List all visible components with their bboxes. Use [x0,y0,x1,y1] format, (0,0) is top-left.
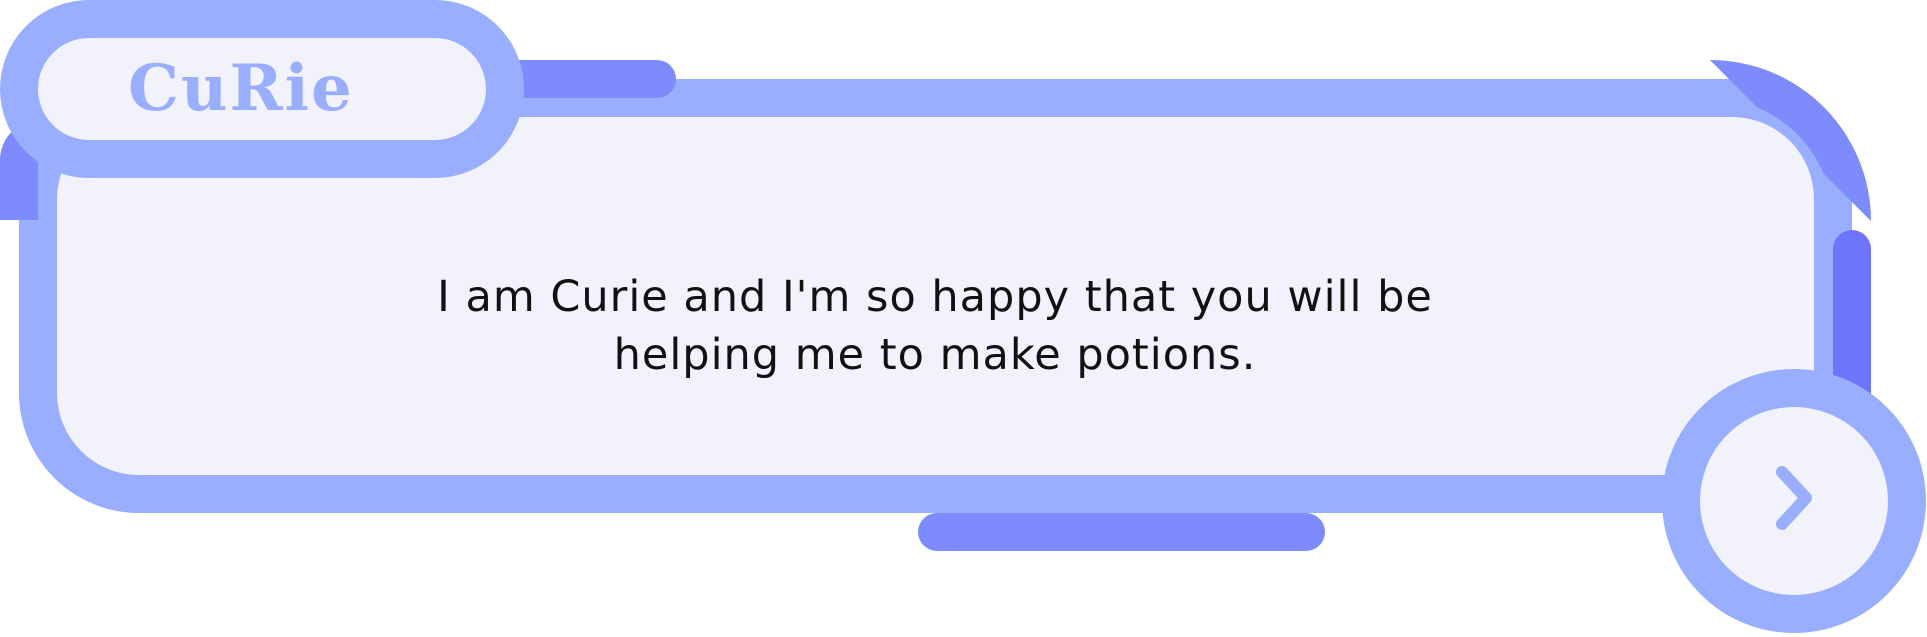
top-right-accent-corner [1710,60,1871,221]
chevron-right-icon [1776,466,1812,530]
bottom-accent-line [918,513,1325,551]
dialog-stage: CuRie I am Curie and I'm so happy that y… [0,0,1927,637]
dialog-message: I am Curie and I'm so happy that you wil… [437,272,1433,380]
next-dialog-button[interactable] [1662,369,1926,633]
speaker-name-plate: CuRie [0,0,524,178]
top-accent-line [500,60,676,98]
speaker-name: CuRie [128,51,354,126]
